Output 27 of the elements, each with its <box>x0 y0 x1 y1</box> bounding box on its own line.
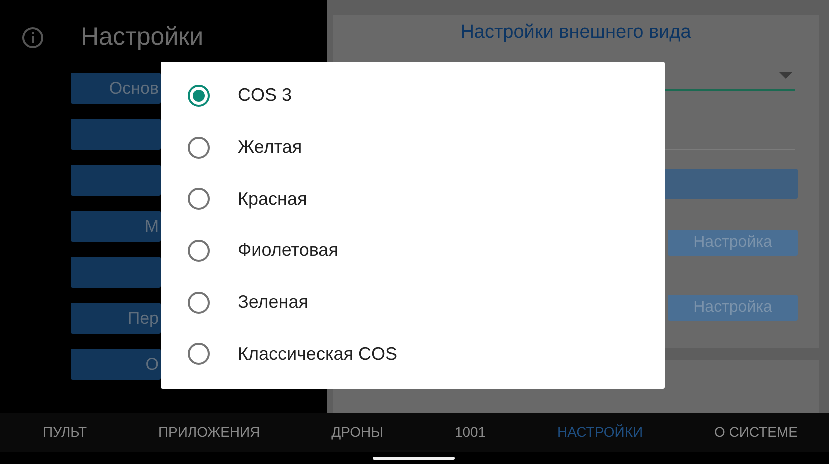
nav-tab[interactable]: О СИСТЕМЕ <box>714 422 798 443</box>
radio-button[interactable] <box>188 188 210 210</box>
radio-button[interactable] <box>188 84 210 107</box>
theme-option[interactable]: Желтая <box>161 122 665 174</box>
radio-button[interactable] <box>188 240 210 262</box>
option-label: Классическая COS <box>238 342 398 366</box>
nav-tab[interactable]: ПУЛЬТ <box>43 422 88 443</box>
nav-tab[interactable]: ПРИЛОЖЕНИЯ <box>158 422 260 443</box>
theme-option[interactable]: COS 3 <box>161 70 665 122</box>
theme-option[interactable]: Зеленая <box>161 276 665 328</box>
nav-tab[interactable]: 1001 <box>454 422 486 443</box>
option-label: Желтая <box>238 136 302 160</box>
radio-button[interactable] <box>188 136 210 159</box>
radio-button[interactable] <box>188 343 210 366</box>
info-icon[interactable] <box>22 27 44 49</box>
theme-option[interactable]: Красная <box>161 173 665 226</box>
theme-option[interactable]: Фиолетовая <box>161 225 665 277</box>
dropdown-caret-icon <box>779 72 793 78</box>
theme-option[interactable]: Классическая COS <box>161 328 665 380</box>
nav-tab[interactable]: ДРОНЫ <box>332 422 384 443</box>
option-label: Красная <box>238 188 308 211</box>
option-label: COS 3 <box>238 84 292 108</box>
option-label: Зеленая <box>238 291 308 314</box>
radio-button[interactable] <box>188 292 210 314</box>
section-title: Настройки внешнего вида <box>460 21 692 45</box>
option-label: Фиолетовая <box>238 239 338 262</box>
page-title: Настройки <box>81 22 204 54</box>
